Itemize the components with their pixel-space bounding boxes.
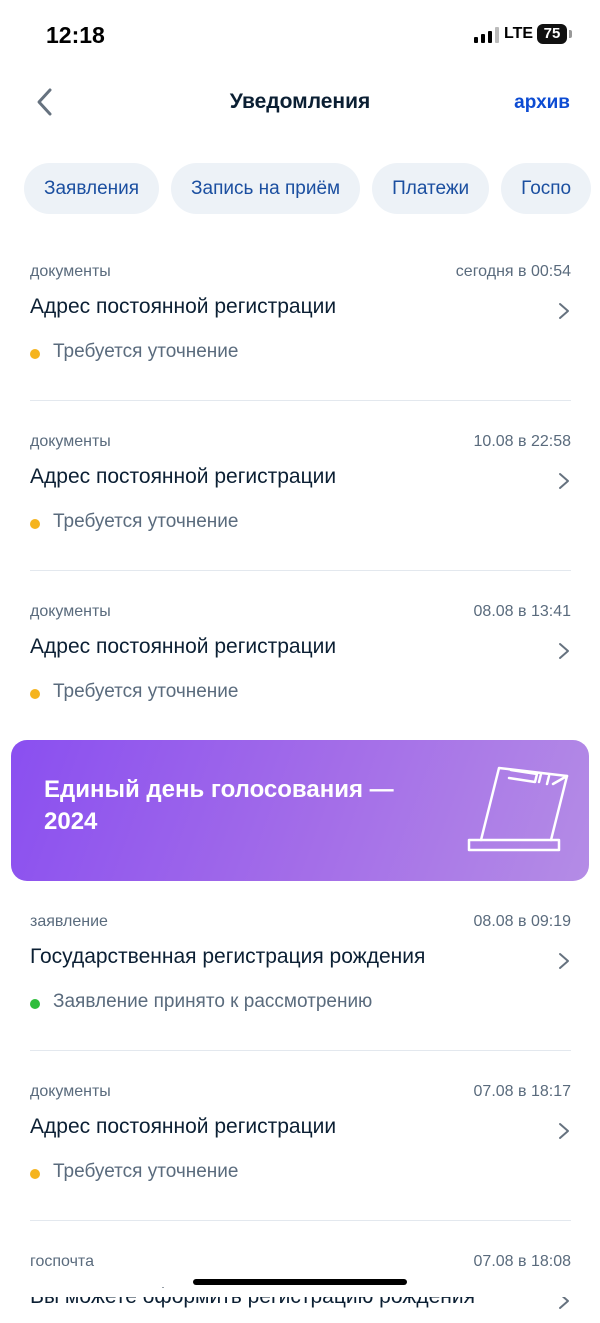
chevron-right-icon	[559, 643, 569, 659]
notification-time: 07.08 в 18:17	[473, 1083, 571, 1100]
notification-status: Требуется уточнение	[53, 341, 239, 362]
status-dot-icon	[30, 999, 40, 1009]
notification-category: документы	[30, 433, 111, 450]
filter-chip-gosposhta[interactable]: Госпо	[501, 163, 592, 214]
notification-item[interactable]: документы 08.08 в 13:41 Адрес постоянной…	[30, 603, 571, 709]
divider	[30, 400, 571, 401]
status-time: 12:18	[46, 22, 105, 48]
home-indicator	[193, 1279, 407, 1285]
chevron-right-icon	[559, 953, 569, 969]
notification-item[interactable]: документы сегодня в 00:54 Адрес постоянн…	[30, 263, 571, 369]
notification-item[interactable]: документы 10.08 в 22:58 Адрес постоянной…	[30, 433, 571, 539]
status-dot-icon	[30, 349, 40, 359]
notification-item[interactable]: документы 07.08 в 18:17 Адрес постоянной…	[30, 1083, 571, 1189]
notification-category: документы	[30, 263, 111, 280]
divider	[30, 570, 571, 571]
notification-time: 07.08 в 18:08	[473, 1253, 571, 1270]
bottom-fade	[0, 1288, 600, 1297]
network-label: LTE	[504, 25, 534, 42]
status-dot-icon	[30, 519, 40, 529]
page-title: Уведомления	[229, 90, 371, 113]
notification-time: 10.08 в 22:58	[473, 433, 571, 450]
notification-title: Адрес постоянной регистрации	[30, 295, 337, 318]
notification-title: Адрес постоянной регистрации	[30, 1115, 337, 1138]
notification-time: 08.08 в 09:19	[473, 913, 571, 930]
signal-icon	[474, 27, 499, 43]
status-dot-icon	[30, 1169, 40, 1179]
divider	[30, 1050, 571, 1051]
ballot-box-icon	[467, 766, 569, 852]
notification-status: Требуется уточнение	[53, 1161, 239, 1182]
filter-chip-applications[interactable]: Заявления	[24, 163, 160, 214]
battery-icon: 75	[537, 24, 567, 44]
filter-chips: Заявления Запись на приём Платежи Госпо	[24, 163, 592, 214]
notification-title: Адрес постоянной регистрации	[30, 465, 337, 488]
chevron-right-icon	[559, 303, 569, 319]
notification-category: госпочта	[30, 1253, 94, 1270]
notification-time: 08.08 в 13:41	[473, 603, 571, 620]
notification-status: Требуется уточнение	[53, 681, 239, 702]
notification-title: Адрес постоянной регистрации	[30, 635, 337, 658]
status-dot-icon	[30, 689, 40, 699]
notification-status: Требуется уточнение	[53, 511, 239, 532]
notification-status: Заявление принято к рассмотрению	[53, 991, 373, 1012]
battery-tip	[569, 30, 572, 38]
notification-category: документы	[30, 603, 111, 620]
filter-chip-payments[interactable]: Платежи	[372, 163, 490, 214]
banner-title: Единый день голосования — 2024	[44, 776, 394, 835]
notification-category: заявление	[30, 913, 108, 930]
navigation-bar: Уведомления архив	[0, 70, 600, 134]
divider	[30, 1220, 571, 1221]
chevron-right-icon	[559, 473, 569, 489]
filter-chip-appointment[interactable]: Запись на приём	[171, 163, 361, 214]
archive-link[interactable]: архив	[514, 92, 570, 114]
notification-time: сегодня в 00:54	[455, 263, 571, 280]
notification-item[interactable]: заявление 08.08 в 09:19 Государственная …	[30, 913, 571, 1019]
chevron-right-icon	[559, 1123, 569, 1139]
notification-title: Государственная регистрация рождения	[30, 945, 426, 968]
voting-day-banner[interactable]: Единый день голосования — 2024	[11, 740, 589, 881]
notification-category: документы	[30, 1083, 111, 1100]
status-bar: 12:18 LTE 75	[0, 0, 600, 70]
